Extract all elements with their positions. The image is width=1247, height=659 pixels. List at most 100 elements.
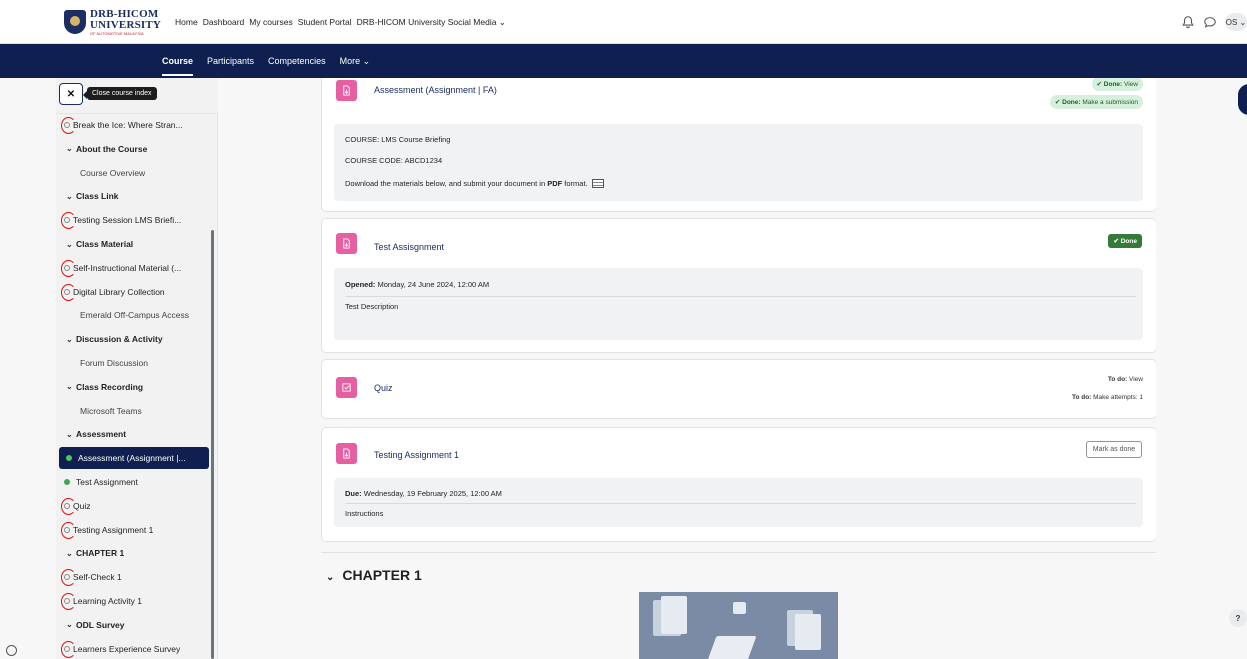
index-activity-current[interactable]: Assessment (Assignment |... [59, 447, 209, 470]
completion-badge-view: ✔ Done: View [1091, 78, 1143, 91]
incomplete-ring-icon [61, 593, 76, 610]
course-code-text: COURSE CODE: ABCD1234 [345, 156, 443, 165]
help-button[interactable]: ? [1229, 609, 1247, 627]
index-activity-label: Test Assignment [76, 477, 138, 487]
index-activity-label: Emerald Off-Campus Access [80, 310, 189, 321]
course-content: Assessment (Assignment | FA) ✔ Done: Vie… [320, 78, 1156, 659]
index-activity-label: Self-Check 1 [73, 572, 122, 583]
right-drawer-toggle[interactable] [1238, 84, 1247, 115]
index-activity[interactable]: Course Overview [56, 162, 214, 184]
description-text: Test Description [345, 302, 399, 311]
index-activity-label: Forum Discussion [80, 358, 149, 368]
nav-social-media[interactable]: DRB-HICOM University Social Media ⌄ [357, 17, 506, 28]
index-activity[interactable]: Learning Activity 1 [56, 590, 214, 612]
activity-title-link[interactable]: Quiz [374, 383, 393, 393]
index-activity[interactable]: Learners Experience Survey [56, 638, 214, 659]
chapter-heading[interactable]: ⌄ CHAPTER 1 [326, 567, 422, 583]
incomplete-ring-icon [61, 117, 76, 134]
index-activity[interactable]: Emerald Off-Campus Access [56, 304, 214, 326]
incomplete-ring-icon [61, 212, 76, 230]
index-activity-label: Assessment (Assignment |... [78, 453, 186, 464]
tab-course[interactable]: Course [162, 56, 194, 76]
mark-as-done-button[interactable]: Mark as done [1086, 441, 1142, 458]
index-activity[interactable]: Break the Ice: Where Stran... [56, 114, 214, 136]
chevron-down-icon[interactable]: ⌄ [66, 382, 76, 391]
chevron-down-icon[interactable]: ⌄ [66, 240, 76, 249]
nav-home[interactable]: Home [175, 17, 198, 28]
chevron-down-icon[interactable]: ⌄ [66, 549, 76, 558]
chevron-down-icon[interactable]: ⌄ [66, 430, 76, 439]
section-divider [321, 552, 1156, 553]
complete-dot-icon [64, 479, 70, 485]
index-activity-label: Course Overview [80, 167, 146, 178]
index-activity[interactable]: Testing Assignment 1 [56, 519, 214, 541]
index-activity[interactable]: Testing Session LMS Briefi... [56, 209, 214, 231]
incomplete-ring-icon [61, 569, 76, 587]
activity-title-link[interactable]: Testing Assignment 1 [374, 450, 459, 460]
index-section-label: CHAPTER 1 [76, 548, 125, 559]
index-section-label: About the Course [76, 143, 148, 154]
index-section[interactable]: ⌄ About the Course [56, 138, 214, 160]
tab-participants[interactable]: Participants [207, 56, 254, 66]
completion-badge-submission: ✔ Done: Make a submission [1049, 95, 1143, 109]
close-icon: ✕ [66, 88, 76, 100]
tab-more[interactable]: More ⌄ [340, 56, 371, 67]
done-button[interactable]: ✔ Done [1108, 234, 1142, 248]
download-instructions: Download the materials below, and submit… [345, 179, 604, 188]
primary-nav: Home Dashboard My courses Student Portal… [175, 17, 506, 28]
close-tooltip: Close course index [83, 87, 157, 100]
activity-title-link[interactable]: Assessment (Assignment | FA) [374, 85, 497, 95]
chapter-illustration [639, 592, 838, 659]
index-activity[interactable]: Digital Library Collection [56, 281, 214, 303]
university-logo[interactable]: DRB-HICOM UNIVERSITY OF AUTOMOTIVE MALAY… [64, 8, 170, 36]
incomplete-ring-icon [61, 283, 76, 301]
index-activity-label: Microsoft Teams [80, 405, 142, 416]
chat-icon[interactable] [1203, 15, 1217, 29]
user-avatar[interactable]: OS ⌄ [1225, 13, 1247, 31]
chevron-down-icon[interactable]: ⌄ [66, 192, 76, 201]
activity-card-quiz: Quiz To do: View To do: Make attempts: 1 [321, 359, 1156, 419]
index-section[interactable]: ⌄ ODL Survey [56, 614, 214, 636]
activity-title-link[interactable]: Test Assisgnment [374, 242, 444, 252]
close-course-index-button[interactable]: ✕ [59, 83, 83, 105]
bell-icon[interactable] [1181, 15, 1195, 29]
index-activity[interactable]: Quiz [56, 495, 214, 517]
chevron-down-icon[interactable]: ⌄ [66, 620, 76, 629]
chevron-down-icon[interactable]: ⌄ [66, 335, 76, 344]
activity-description: Due: Wednesday, 19 February 2025, 12:00 … [334, 478, 1143, 527]
todo-view: To do: View [1107, 376, 1143, 383]
index-activity[interactable]: Self-Instructional Material (... [56, 257, 214, 279]
index-activity[interactable]: Self-Check 1 [56, 566, 214, 588]
index-section[interactable]: ⌄ Assessment [56, 423, 214, 445]
index-section[interactable]: ⌄ CHAPTER 1 [56, 542, 214, 564]
index-activity-label: Learning Activity 1 [73, 596, 142, 606]
chevron-down-icon[interactable]: ⌄ [66, 144, 76, 153]
index-activity-label: Self-Instructional Material (... [73, 262, 182, 273]
index-activity-label: Testing Session LMS Briefi... [73, 215, 182, 226]
logo-shield-icon [64, 10, 86, 34]
index-section[interactable]: ⌄ Class Recording [56, 376, 214, 398]
activity-card-testing-assignment: Testing Assignment 1 Mark as done Due: W… [321, 427, 1156, 542]
index-section[interactable]: ⌄ Class Link [56, 185, 214, 207]
nav-my-courses[interactable]: My courses [249, 17, 292, 28]
nav-dashboard[interactable]: Dashboard [203, 17, 245, 28]
incomplete-ring-icon [61, 640, 76, 658]
opened-date: Opened: Monday, 24 June 2024, 12:00 AM [345, 280, 490, 289]
index-activity[interactable]: Forum Discussion [56, 352, 214, 374]
quiz-icon [336, 377, 357, 398]
assignment-icon [336, 80, 357, 101]
assignment-icon [336, 443, 357, 464]
incomplete-ring-icon [61, 259, 76, 277]
index-section[interactable]: ⌄ Discussion & Activity [56, 328, 214, 350]
index-activity[interactable]: Test Assignment [56, 471, 214, 493]
tab-competencies[interactable]: Competencies [268, 56, 326, 66]
index-activity[interactable]: Microsoft Teams [56, 400, 214, 422]
nav-student-portal[interactable]: Student Portal [298, 17, 352, 28]
top-navbar: DRB-HICOM UNIVERSITY OF AUTOMOTIVE MALAY… [0, 0, 1247, 44]
index-section[interactable]: ⌄ Class Material [56, 233, 214, 255]
todo-attempts: To do: Make attempts: 1 [1071, 394, 1143, 401]
activity-description: COURSE: LMS Course Briefing COURSE CODE:… [334, 124, 1143, 201]
logo-line1: DRB-HICOM [90, 7, 159, 20]
index-section-label: Class Material [76, 239, 134, 249]
index-activity-label: Break the Ice: Where Stran... [73, 120, 183, 130]
